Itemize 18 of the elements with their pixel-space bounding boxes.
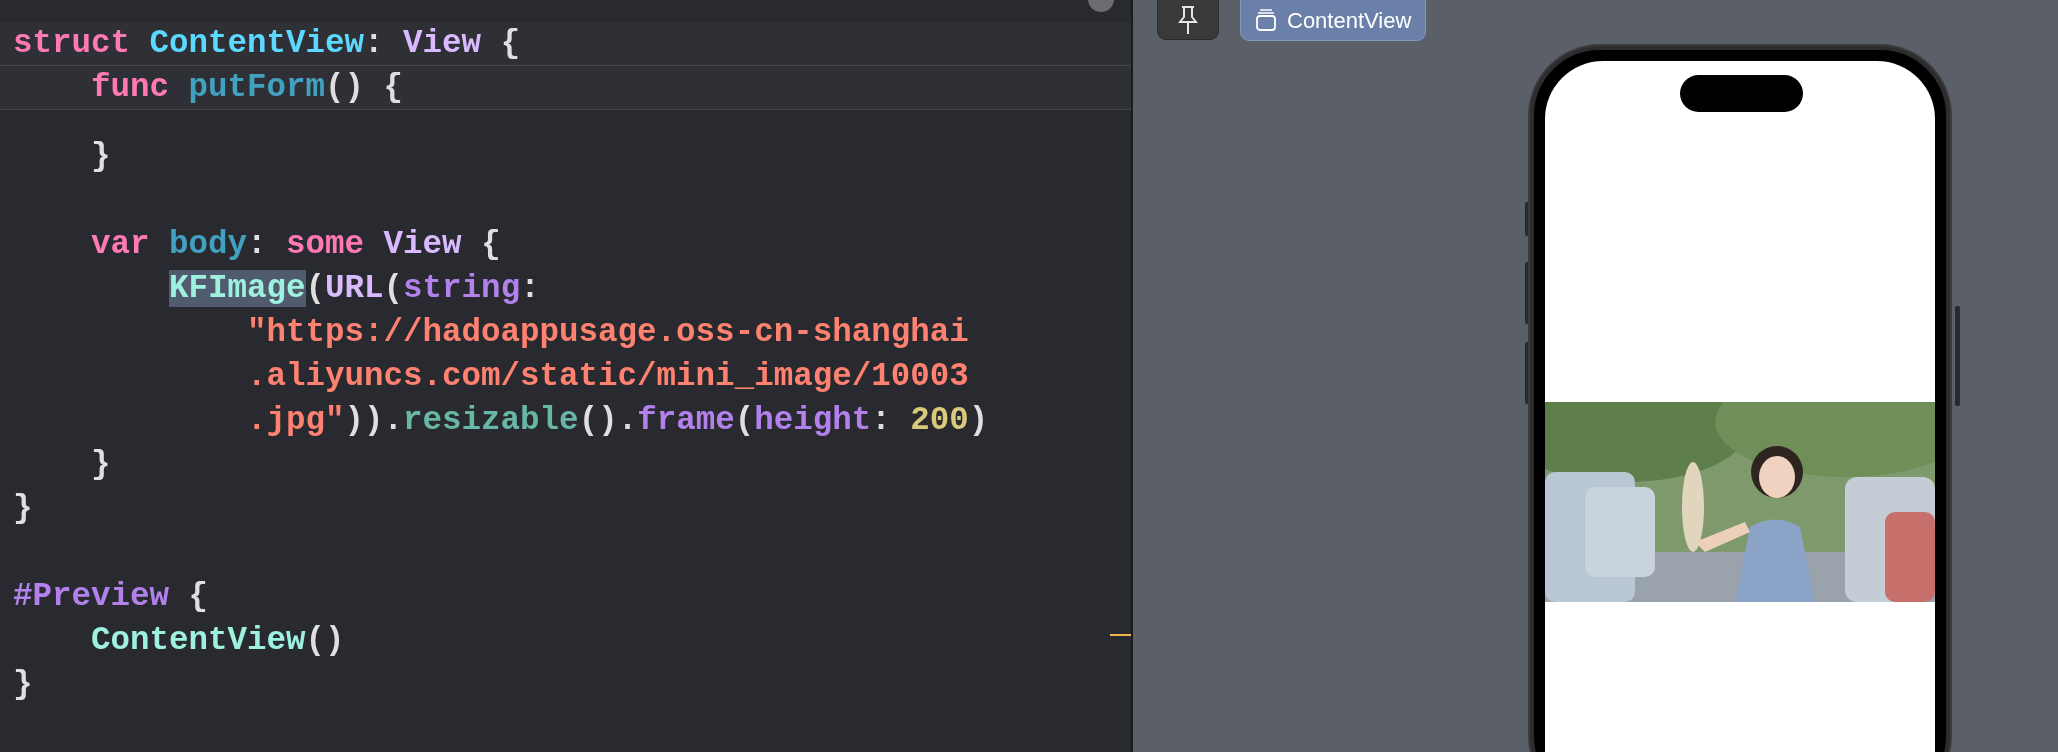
- code-line: .aliyuncs.com/static/mini_image/10003: [246, 357, 969, 397]
- code-line: #Preview {: [12, 577, 209, 617]
- code-line: }: [90, 137, 111, 177]
- code-line: KFImage(URL(string:: [168, 269, 540, 309]
- code-line: }: [12, 489, 33, 529]
- code-line: var body: some View {: [90, 225, 501, 265]
- change-marker: [1110, 634, 1131, 636]
- code-line: func putForm() {: [0, 66, 1131, 110]
- pin-icon: [1178, 4, 1198, 35]
- code-line: }: [90, 445, 111, 485]
- pin-button[interactable]: [1157, 0, 1219, 40]
- code-line: struct ContentView: View {: [0, 22, 1131, 66]
- code-line: .jpg")).resizable().frame(height: 200): [246, 401, 989, 441]
- code-line: }: [12, 665, 33, 705]
- code-line: "https://hadoappusage.oss-cn-shanghai: [246, 313, 969, 353]
- stack-icon: [1255, 8, 1277, 32]
- code-line: ContentView(): [90, 621, 345, 661]
- preview-tab[interactable]: ContentView: [1240, 0, 1427, 41]
